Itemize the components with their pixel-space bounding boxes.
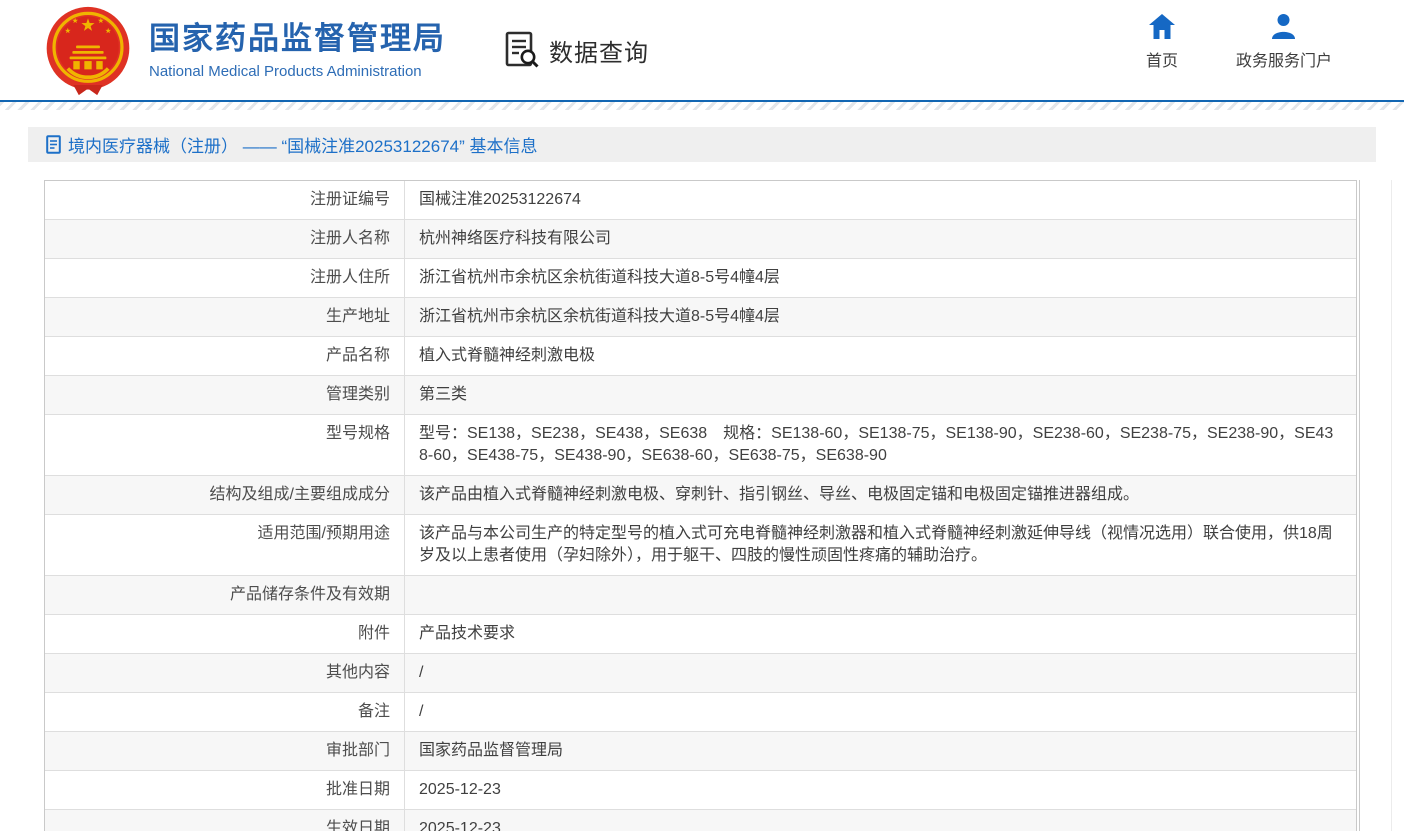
site-logo[interactable]: 国家药品监督管理局 National Medical Products Admi… [42,4,446,96]
table-row: 生效日期 2025-12-23 [45,810,1356,831]
nav-item-label: 首页 [1146,47,1178,71]
field-value: 国家药品监督管理局 [405,732,1356,770]
national-emblem-icon [42,6,134,96]
home-icon [1148,13,1176,40]
site-title: 国家药品监督管理局 [149,20,446,58]
field-value: / [405,654,1356,692]
table-row: 产品储存条件及有效期 [45,576,1356,615]
table-row: 审批部门 国家药品监督管理局 [45,732,1356,771]
site-header: 国家药品监督管理局 National Medical Products Admi… [0,0,1404,100]
field-label: 其他内容 [45,654,405,692]
table-row: 产品名称 植入式脊髓神经刺激电极 [45,337,1356,376]
field-label: 审批部门 [45,732,405,770]
table-row: 结构及组成/主要组成成分 该产品由植入式脊髓神经刺激电极、穿刺针、指引钢丝、导丝… [45,476,1356,515]
field-value: 该产品由植入式脊髓神经刺激电极、穿刺针、指引钢丝、导丝、电极固定锚和电极固定锚推… [405,476,1356,514]
registration-info-table-wrap: 注册证编号 国械注准20253122674 注册人名称 杭州神络医疗科技有限公司… [44,180,1360,831]
table-row: 备注 / [45,693,1356,732]
table-row: 其他内容 / [45,654,1356,693]
field-label: 型号规格 [45,415,405,475]
field-label: 管理类别 [45,376,405,414]
field-label: 注册证编号 [45,181,405,219]
page: { "header": { "logo": { "title": "国家药品监督… [0,0,1404,831]
table-row: 管理类别 第三类 [45,376,1356,415]
nav-item-home[interactable]: 首页 [1146,13,1178,71]
nav-item-label: 政务服务门户 [1236,47,1332,71]
field-label: 备注 [45,693,405,731]
field-label: 适用范围/预期用途 [45,515,405,575]
field-value: 2025-12-23 [405,810,1356,831]
field-value: 型号：SE138，SE238，SE438，SE638 规格：SE138-60，S… [405,415,1356,475]
field-value: 植入式脊髓神经刺激电极 [405,337,1356,375]
field-label: 注册人名称 [45,220,405,258]
field-label: 结构及组成/主要组成成分 [45,476,405,514]
field-label: 注册人住所 [45,259,405,297]
table-row: 注册人名称 杭州神络医疗科技有限公司 [45,220,1356,259]
table-row: 适用范围/预期用途 该产品与本公司生产的特定型号的植入式可充电脊髓神经刺激器和植… [45,515,1356,576]
field-value: 第三类 [405,376,1356,414]
table-row: 型号规格 型号：SE138，SE238，SE438，SE638 规格：SE138… [45,415,1356,476]
field-label: 批准日期 [45,771,405,809]
field-value: 浙江省杭州市余杭区余杭街道科技大道8-5号4幢4层 [405,259,1356,297]
page-title: 境内医疗器械（注册） —— “国械注准20253122674” 基本信息 [68,132,538,157]
user-icon [1270,13,1297,40]
data-query-link[interactable]: 数据查询 [504,30,649,70]
table-row: 批准日期 2025-12-23 [45,771,1356,810]
nav-item-portal[interactable]: 政务服务门户 [1236,13,1332,71]
field-value: 国械注准20253122674 [405,181,1356,219]
header-nav: 首页 政务服务门户 [1146,13,1404,71]
header-hatch-stripe [0,102,1404,110]
field-label: 附件 [45,615,405,653]
table-row: 注册人住所 浙江省杭州市余杭区余杭街道科技大道8-5号4幢4层 [45,259,1356,298]
field-label: 生效日期 [45,810,405,831]
table-row: 附件 产品技术要求 [45,615,1356,654]
field-value [405,576,1356,614]
page-title-bar: 境内医疗器械（注册） —— “国械注准20253122674” 基本信息 [28,127,1376,162]
field-value: 产品技术要求 [405,615,1356,653]
field-label: 产品名称 [45,337,405,375]
site-subtitle: National Medical Products Administration [149,63,446,80]
field-value: / [405,693,1356,731]
document-magnifier-icon [504,30,540,70]
table-row: 生产地址 浙江省杭州市余杭区余杭街道科技大道8-5号4幢4层 [45,298,1356,337]
field-value: 浙江省杭州市余杭区余杭街道科技大道8-5号4幢4层 [405,298,1356,336]
field-value: 杭州神络医疗科技有限公司 [405,220,1356,258]
table-row: 注册证编号 国械注准20253122674 [45,181,1356,220]
document-icon [46,135,61,154]
field-label: 生产地址 [45,298,405,336]
data-query-label: 数据查询 [549,33,649,68]
logo-text: 国家药品监督管理局 National Medical Products Admi… [149,20,446,80]
field-label: 产品储存条件及有效期 [45,576,405,614]
registration-info-table: 注册证编号 国械注准20253122674 注册人名称 杭州神络医疗科技有限公司… [44,180,1357,831]
content-right-border [1391,180,1392,831]
field-value: 2025-12-23 [405,771,1356,809]
field-value: 该产品与本公司生产的特定型号的植入式可充电脊髓神经刺激器和植入式脊髓神经刺激延伸… [405,515,1356,575]
